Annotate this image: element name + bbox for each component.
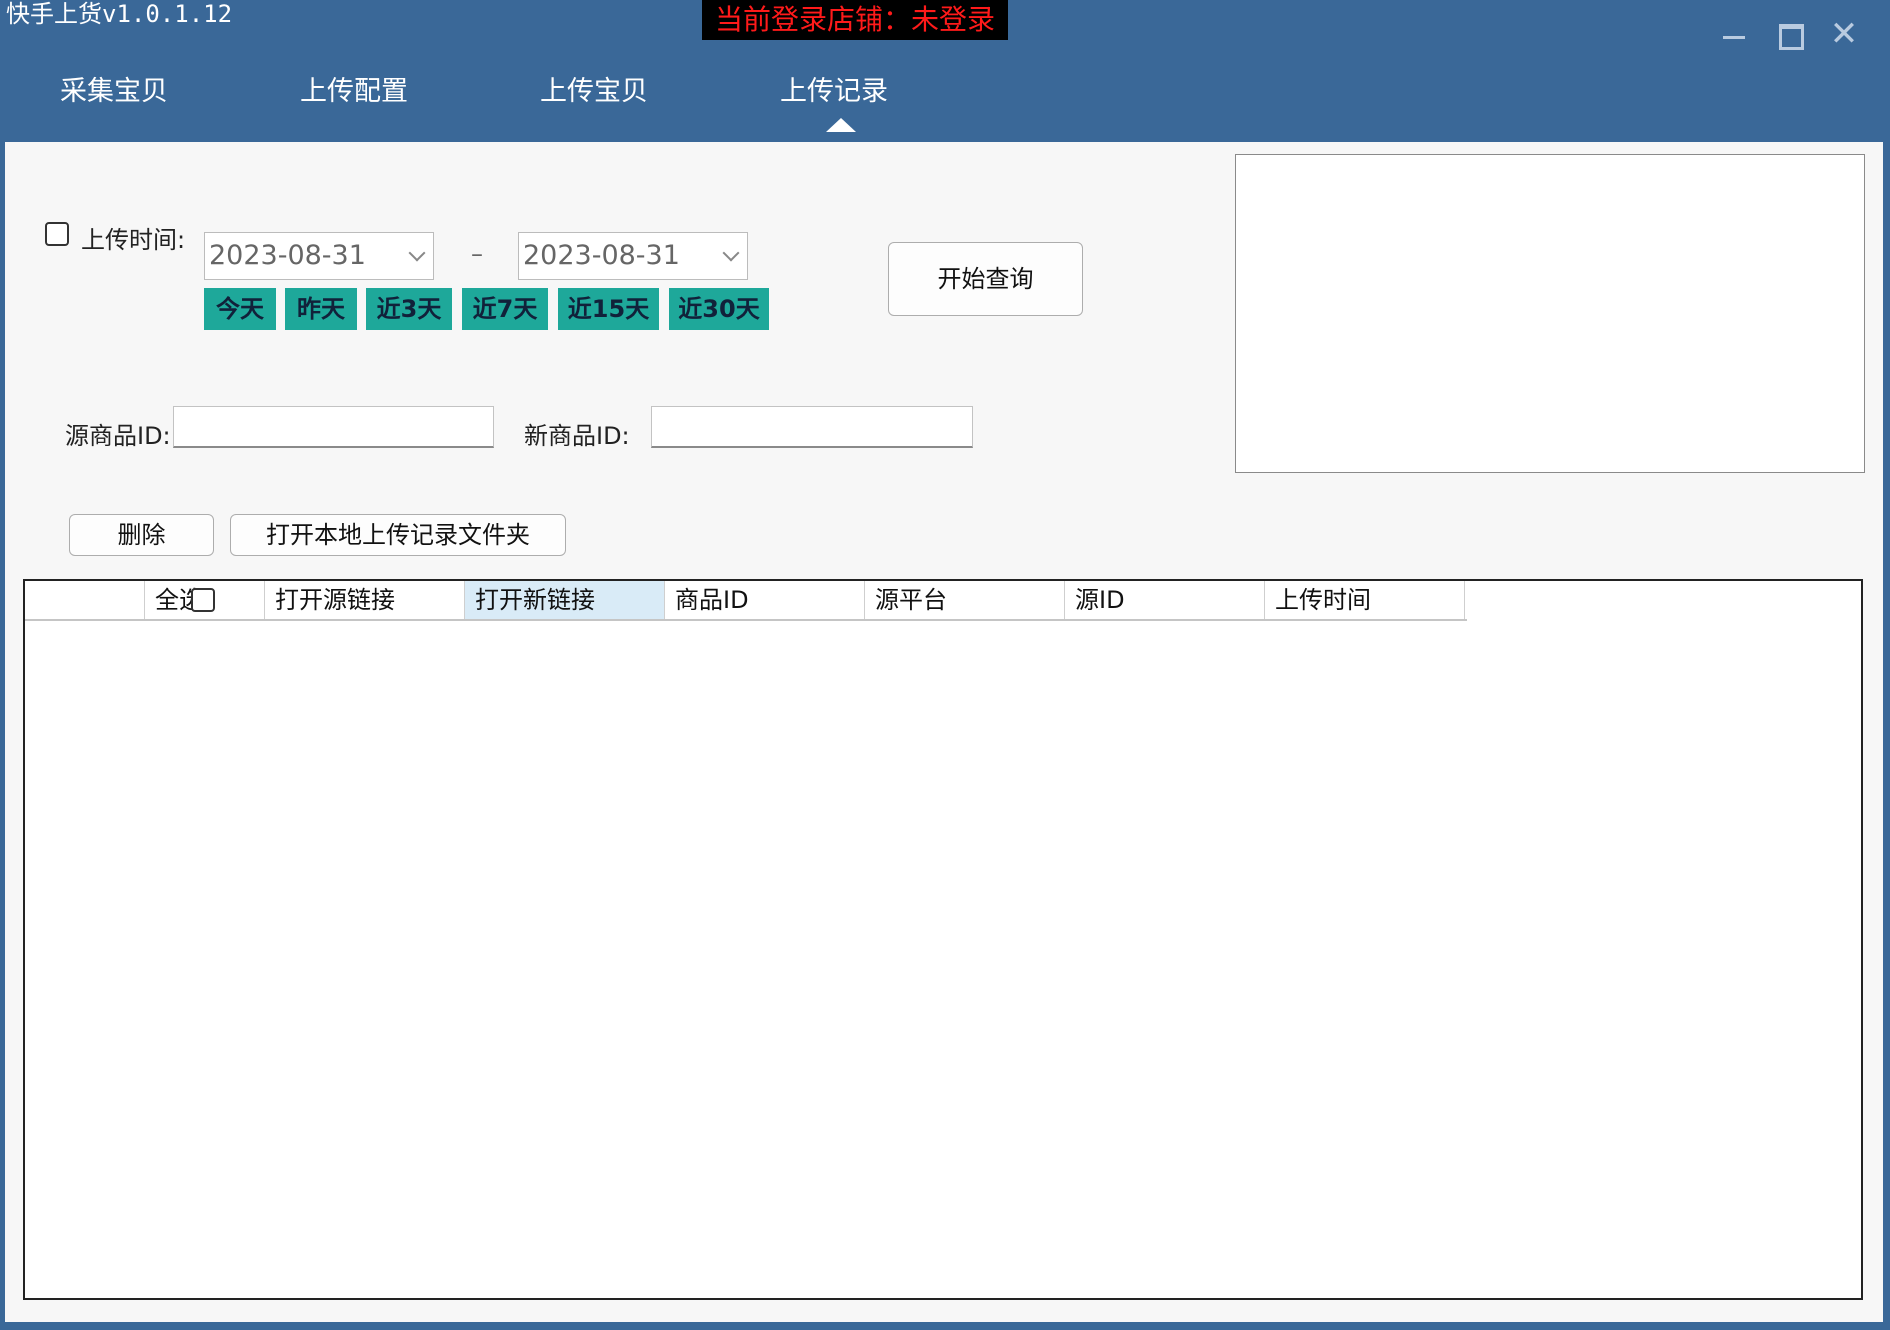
chevron-down-icon bbox=[408, 244, 426, 262]
date-separator: – bbox=[471, 240, 483, 268]
quick-15days-button[interactable]: 近15天 bbox=[558, 288, 659, 330]
title-bar: 快手上货v1.0.1.12 当前登录店铺：未登录 ✕ bbox=[0, 0, 1890, 56]
tab-upload-records[interactable]: 上传记录 bbox=[754, 72, 914, 112]
column-header-rownum bbox=[25, 581, 144, 619]
date-from-value: 2023-08-31 bbox=[209, 240, 366, 271]
records-table[interactable]: 全选 打开源链接 打开新链接 商品ID 源平台 源ID 上传时间 bbox=[23, 579, 1863, 1300]
maximize-icon[interactable] bbox=[1768, 14, 1808, 54]
new-id-label: 新商品ID: bbox=[524, 422, 630, 450]
new-id-input[interactable] bbox=[651, 406, 973, 448]
quick-30days-button[interactable]: 近30天 bbox=[669, 288, 769, 330]
source-id-label: 源商品ID: bbox=[65, 422, 171, 450]
active-tab-indicator bbox=[826, 118, 856, 132]
upload-records-panel: 上传时间: 2023-08-31 – 2023-08-31 今天 昨天 近3天 … bbox=[5, 142, 1883, 1322]
column-header-open-source-link[interactable]: 打开源链接 bbox=[264, 581, 464, 619]
column-header-source-platform[interactable]: 源平台 bbox=[864, 581, 1064, 619]
bottom-edge bbox=[0, 1322, 1890, 1330]
column-header-source-id[interactable]: 源ID bbox=[1064, 581, 1264, 619]
chevron-down-icon bbox=[722, 244, 740, 262]
date-to-value: 2023-08-31 bbox=[523, 240, 680, 271]
upload-time-checkbox[interactable] bbox=[45, 222, 69, 246]
main-tabs: 采集宝贝 上传配置 上传宝贝 上传记录 bbox=[0, 60, 1890, 140]
image-preview bbox=[1235, 154, 1865, 473]
tab-collect[interactable]: 采集宝贝 bbox=[34, 72, 194, 112]
login-status: 当前登录店铺：未登录 bbox=[702, 0, 1008, 40]
column-header-select-all[interactable]: 全选 bbox=[144, 581, 264, 619]
close-icon[interactable]: ✕ bbox=[1824, 14, 1864, 54]
date-to-picker[interactable]: 2023-08-31 bbox=[518, 232, 748, 280]
column-header-product-id[interactable]: 商品ID bbox=[664, 581, 864, 619]
tab-upload-config[interactable]: 上传配置 bbox=[274, 72, 434, 112]
quick-today-button[interactable]: 今天 bbox=[204, 288, 276, 330]
column-header-open-new-link[interactable]: 打开新链接 bbox=[464, 581, 664, 619]
date-from-picker[interactable]: 2023-08-31 bbox=[204, 232, 434, 280]
tab-upload-items[interactable]: 上传宝贝 bbox=[514, 72, 674, 112]
app-title: 快手上货v1.0.1.12 bbox=[6, 0, 233, 28]
open-folder-button[interactable]: 打开本地上传记录文件夹 bbox=[230, 514, 566, 556]
start-query-button[interactable]: 开始查询 bbox=[888, 242, 1083, 316]
quick-7days-button[interactable]: 近7天 bbox=[462, 288, 548, 330]
app-window: 快手上货v1.0.1.12 当前登录店铺：未登录 ✕ 采集宝贝 上传配置 上传宝… bbox=[0, 0, 1890, 1330]
table-header: 全选 打开源链接 打开新链接 商品ID 源平台 源ID 上传时间 bbox=[25, 581, 1467, 621]
quick-3days-button[interactable]: 近3天 bbox=[366, 288, 452, 330]
upload-time-label: 上传时间: bbox=[81, 226, 186, 254]
source-id-input[interactable] bbox=[173, 406, 494, 448]
delete-button[interactable]: 删除 bbox=[69, 514, 214, 556]
column-header-upload-time[interactable]: 上传时间 bbox=[1264, 581, 1465, 619]
minimize-icon[interactable] bbox=[1713, 14, 1753, 54]
quick-yesterday-button[interactable]: 昨天 bbox=[285, 288, 357, 330]
select-all-checkbox[interactable] bbox=[191, 588, 215, 612]
